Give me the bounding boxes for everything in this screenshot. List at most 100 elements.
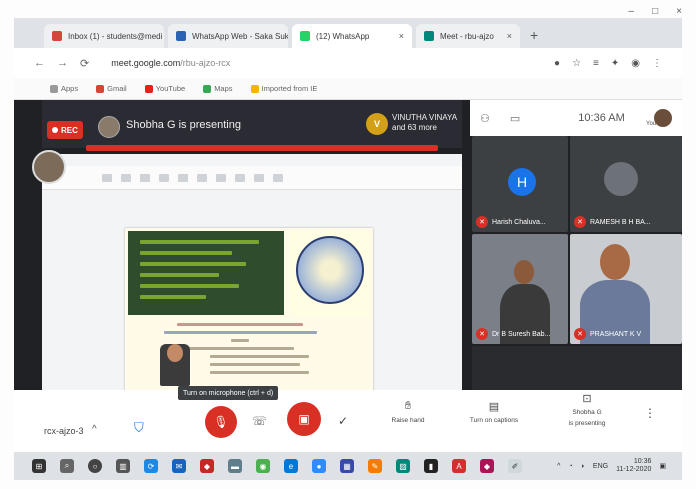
more-participants: and 63 more: [392, 123, 437, 132]
notification-icon[interactable]: ▣: [659, 462, 666, 470]
close-icon[interactable]: ×: [507, 31, 512, 41]
captions-button[interactable]: ▤ Turn on captions: [462, 400, 526, 424]
participant-tile[interactable]: ✕ RAMESH B H BA...: [570, 136, 682, 232]
chevron-up-icon[interactable]: ^: [557, 463, 560, 470]
bookmark-maps[interactable]: Maps: [203, 84, 233, 93]
document-toolbar: [42, 166, 462, 190]
network-icon[interactable]: ◔: [568, 463, 572, 470]
whatsapp-icon: [176, 31, 186, 41]
tab-meet[interactable]: Meet - rbu-ajzo ×: [416, 24, 520, 48]
task-view-icon[interactable]: ▥: [116, 459, 130, 473]
profile-icon[interactable]: ◉: [631, 58, 640, 69]
bookmark-imported[interactable]: Imported from IE: [250, 84, 317, 93]
paint-icon[interactable]: ✎: [368, 459, 382, 473]
tab-whatsapp-web[interactable]: WhatsApp Web - Saka Suk ×: [168, 24, 288, 48]
toolbar-item: [216, 173, 226, 182]
participants-summary[interactable]: VINUTHA VINAYA and 63 more: [392, 113, 457, 133]
tray-time: 10:36: [633, 458, 652, 465]
participant-tile[interactable]: ✕ Dr B Suresh Bab...: [472, 234, 568, 344]
toolbar-item: [140, 173, 150, 182]
system-tray: ^ ◔ ◗ ENG 10:36 11-12-2020 ▣: [557, 458, 682, 474]
people-icon[interactable]: ⚇: [480, 112, 490, 125]
tab-whatsapp[interactable]: (12) WhatsApp ×: [292, 24, 412, 48]
store-icon[interactable]: ▬: [228, 459, 242, 473]
text-line: [210, 355, 309, 358]
chrome-icon[interactable]: ◉: [256, 459, 270, 473]
captions-icon: ▤: [488, 401, 500, 413]
presenting-button[interactable]: ⊡ Shobha G is presenting: [560, 392, 614, 427]
start-icon[interactable]: ⊞: [32, 459, 46, 473]
presenter-avatar: [98, 116, 120, 138]
menu-icon[interactable]: ≡: [593, 58, 599, 69]
participant-name-row: ✕ Dr B Suresh Bab...: [476, 328, 550, 340]
zoom-icon[interactable]: ●: [312, 459, 326, 473]
cortana-icon[interactable]: ○: [88, 459, 102, 473]
mic-off-icon: ✕: [476, 328, 488, 340]
raise-hand-button[interactable]: ✋︎ Raise hand: [386, 400, 430, 424]
app-icon[interactable]: ◆: [480, 459, 494, 473]
bookmark-gmail[interactable]: Gmail: [96, 84, 127, 93]
back-icon[interactable]: ←: [34, 57, 45, 69]
self-view-strip: [472, 346, 682, 390]
url-field[interactable]: meet.google.com/rbu-ajzo-rcx: [111, 58, 230, 68]
record-dot-icon: [52, 127, 58, 133]
shield-icon[interactable]: ⛉: [134, 420, 144, 436]
chevron-up-icon[interactable]: ^: [92, 424, 97, 435]
your-avatar[interactable]: [654, 109, 672, 127]
check-icon[interactable]: ✓: [338, 414, 348, 428]
microphone-button[interactable]: 🎙︎: [205, 406, 237, 438]
bag-icon[interactable]: ▮: [424, 459, 438, 473]
text-line: [163, 331, 317, 334]
minimize-button[interactable]: –: [629, 6, 635, 17]
photos-icon[interactable]: ▦: [340, 459, 354, 473]
raise-hand-label: Raise hand: [391, 417, 425, 424]
camera-indicator-icon[interactable]: ●: [554, 58, 560, 69]
reload-icon[interactable]: ⟳: [80, 57, 89, 70]
edge-icon[interactable]: e: [284, 459, 298, 473]
star-icon[interactable]: ☆: [572, 58, 581, 69]
more-icon[interactable]: ⋮: [652, 58, 662, 69]
bookmark-apps[interactable]: Apps: [50, 84, 78, 93]
pdf-icon[interactable]: A: [452, 459, 466, 473]
close-window-button[interactable]: ×: [676, 6, 682, 17]
participant-name: PRASHANT K V: [590, 330, 642, 338]
volume-icon[interactable]: ◗: [581, 463, 585, 470]
url-path: /rbu-ajzo-rcx: [180, 58, 231, 68]
language-indicator[interactable]: ENG: [593, 463, 608, 470]
more-options-icon[interactable]: ⋮: [644, 406, 656, 420]
captions-label: Turn on captions: [469, 417, 519, 424]
app-icon[interactable]: ◆: [200, 459, 214, 473]
forward-icon[interactable]: →: [57, 57, 68, 69]
participant-name-row: ✕ Harish Chaluva...: [476, 216, 546, 228]
participant-tile[interactable]: H ✕ Harish Chaluva...: [472, 136, 568, 232]
new-tab-button[interactable]: +: [530, 27, 538, 43]
bookmark-youtube[interactable]: YouTube: [144, 84, 185, 93]
image-viewer-icon[interactable]: ▨: [396, 459, 410, 473]
participant-name-row: ✕ RAMESH B H BA...: [574, 216, 651, 228]
text-line: [210, 371, 309, 374]
camera-button[interactable]: ▣: [287, 402, 321, 436]
refresh-app-icon[interactable]: ⟳: [144, 459, 158, 473]
you-label: You: [646, 121, 657, 127]
toolbar-item: [178, 173, 188, 182]
chat-icon[interactable]: ▭: [510, 112, 520, 125]
leave-call-button[interactable]: ☏: [252, 414, 267, 428]
participant-tile[interactable]: ✕ PRASHANT K V: [570, 234, 682, 344]
floating-avatar: [32, 150, 66, 184]
maximize-button[interactable]: □: [652, 6, 658, 17]
rec-label: REC: [61, 125, 78, 135]
screen: – □ × Inbox (1) - students@medi × WhatsA…: [0, 0, 696, 489]
meeting-code[interactable]: rcx-ajzo-3: [44, 426, 84, 436]
mail-icon[interactable]: ✉: [172, 459, 186, 473]
present-icon: ⊡: [582, 393, 592, 405]
text-line: [140, 273, 220, 277]
pen-icon[interactable]: ✐: [508, 459, 522, 473]
clock[interactable]: 10:36 11-12-2020: [616, 458, 651, 474]
url-host: meet.google.com: [111, 58, 181, 68]
close-icon[interactable]: ×: [399, 31, 404, 41]
extension-icon[interactable]: ✦: [611, 58, 619, 69]
tab-inbox[interactable]: Inbox (1) - students@medi ×: [44, 24, 164, 48]
recording-badge: REC: [47, 121, 83, 139]
tab-label: WhatsApp Web - Saka Suk: [192, 31, 288, 41]
search-icon[interactable]: ⌕: [60, 459, 74, 473]
